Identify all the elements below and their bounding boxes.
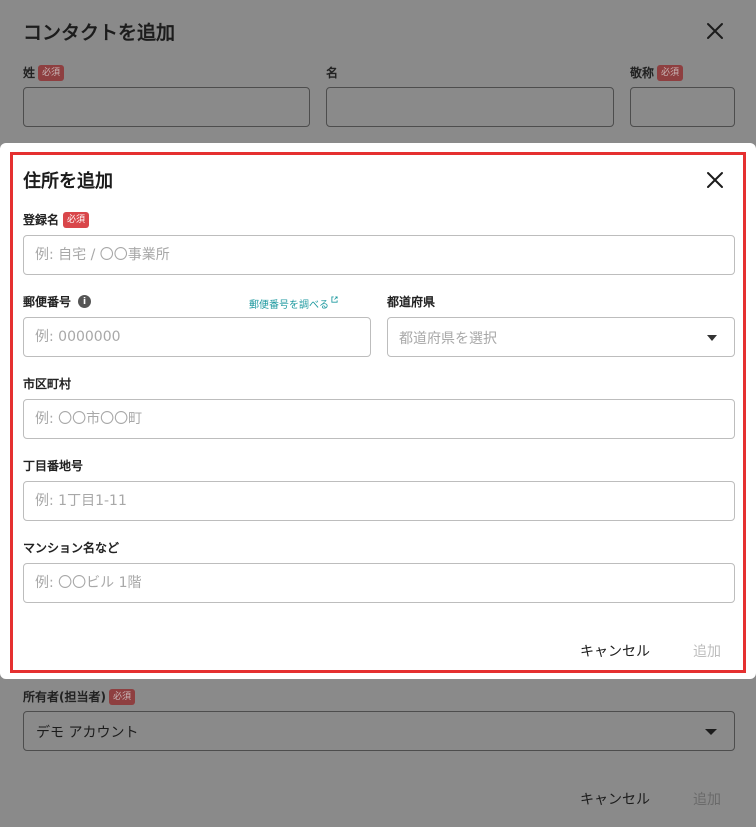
prefecture-label: 都道府県 [387, 295, 436, 309]
first-name-label: 名 [326, 66, 339, 80]
external-link-icon [331, 296, 338, 303]
contact-cancel-button[interactable]: キャンセル [580, 789, 650, 809]
close-icon[interactable] [704, 169, 726, 191]
chevron-down-icon [705, 729, 717, 735]
contact-dialog-title: コンタクトを追加 [23, 22, 176, 44]
add-button[interactable]: 追加 [693, 641, 721, 661]
cancel-button[interactable]: キャンセル [580, 641, 650, 661]
first-name-input[interactable] [326, 87, 614, 127]
city-label: 市区町村 [23, 377, 72, 391]
building-label: マンション名など [23, 541, 120, 555]
chevron-down-icon [707, 335, 717, 341]
owner-label: 所有者(担当者) 必須 [23, 688, 135, 705]
city-input[interactable] [23, 399, 735, 439]
required-badge: 必須 [657, 64, 684, 81]
honorific-input[interactable] [630, 87, 735, 127]
close-icon[interactable] [704, 20, 726, 42]
owner-select[interactable]: デモ アカウント [23, 711, 735, 751]
last-name-label: 姓 必須 [23, 64, 65, 81]
prefecture-select-placeholder: 都道府県を選択 [399, 331, 497, 347]
postal-code-lookup-link[interactable]: 郵便番号を調べる [249, 296, 338, 311]
required-badge: 必須 [63, 211, 90, 228]
postal-code-input[interactable] [23, 317, 371, 357]
registration-name-label: 登録名 必須 [23, 211, 90, 228]
registration-name-input[interactable] [23, 235, 735, 275]
postal-code-label: 郵便番号 i [23, 293, 92, 310]
prefecture-select[interactable]: 都道府県を選択 [387, 317, 735, 357]
building-input[interactable] [23, 563, 735, 603]
required-badge: 必須 [108, 688, 135, 705]
required-badge: 必須 [38, 64, 65, 81]
owner-select-value: デモ アカウント [36, 725, 139, 741]
street-label: 丁目番地号 [23, 459, 84, 473]
last-name-input[interactable] [23, 87, 310, 127]
info-icon[interactable]: i [78, 295, 92, 308]
street-input[interactable] [23, 481, 735, 521]
honorific-label: 敬称 必須 [630, 64, 684, 81]
contact-add-button[interactable]: 追加 [693, 789, 721, 809]
address-dialog-title: 住所を追加 [23, 171, 113, 192]
